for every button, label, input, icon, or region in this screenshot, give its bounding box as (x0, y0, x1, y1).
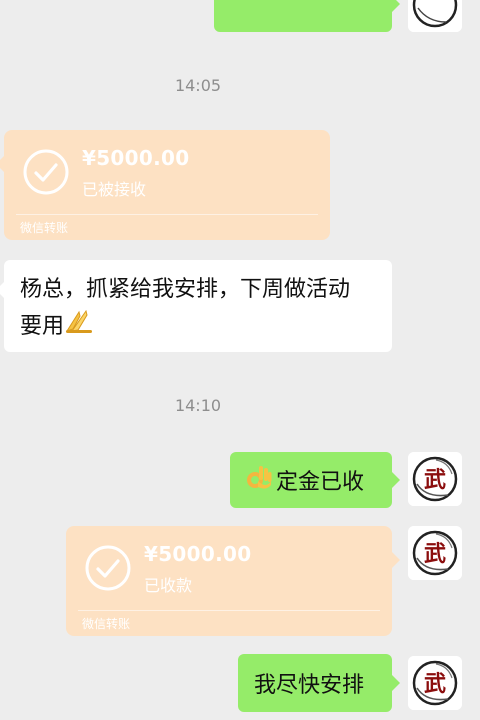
avatar-wu-calligraphy-icon: 武 (408, 656, 462, 710)
avatar[interactable]: 武 (408, 526, 462, 580)
transfer-brand-label: 微信转账 (20, 221, 69, 235)
message-line-with-emoji: 要用 (20, 308, 376, 346)
outgoing-message-bubble[interactable]: 定金已收 (230, 452, 400, 508)
check-circle-icon (85, 545, 131, 591)
message-line: 杨总，抓紧给我安排，下周做活动 (20, 277, 351, 302)
transfer-card-received[interactable]: ¥5000.00 已被接收 微信转账 (0, 130, 330, 240)
timestamp: 14:05 (174, 76, 222, 95)
outgoing-message-bubble[interactable]: 我尽快安排 (238, 654, 400, 712)
incoming-message-bubble[interactable]: 杨总，抓紧给我安排，下周做活动 要用 (0, 260, 392, 352)
divider (78, 610, 380, 611)
svg-text:武: 武 (424, 542, 446, 567)
svg-text:武: 武 (424, 672, 446, 697)
transfer-status: 已被接收 (82, 180, 147, 199)
timestamp: 14:10 (174, 396, 222, 415)
ok-hand-emoji (246, 463, 272, 497)
avatar-wu-calligraphy-icon: 武 (408, 526, 462, 580)
message-text: 定金已收 (276, 470, 365, 495)
transfer-status: 已收款 (144, 576, 193, 595)
outgoing-message-bubble-partial[interactable] (214, 0, 400, 32)
transfer-brand-label: 微信转账 (82, 617, 131, 631)
transfer-amount: ¥5000.00 (82, 146, 190, 170)
transfer-card-collected[interactable]: ¥5000.00 已收款 微信转账 (66, 526, 400, 636)
check-circle-icon (23, 149, 69, 195)
avatar[interactable] (408, 0, 462, 32)
avatar-ink-circle-icon (408, 0, 462, 32)
message-text: 要用 (20, 314, 65, 339)
avatar[interactable]: 武 (408, 452, 462, 506)
avatar[interactable]: 武 (408, 656, 462, 710)
avatar-wu-calligraphy-icon: 武 (408, 452, 462, 506)
pray-hands-emoji (64, 308, 94, 346)
svg-text:武: 武 (424, 468, 446, 493)
transfer-amount: ¥5000.00 (144, 542, 252, 566)
divider (16, 214, 318, 215)
chat-window: 14:05 ¥5000.00 已被接收 微信转账 杨总，抓紧给我安排，下周做活动… (0, 0, 480, 720)
message-text: 我尽快安排 (254, 673, 365, 698)
